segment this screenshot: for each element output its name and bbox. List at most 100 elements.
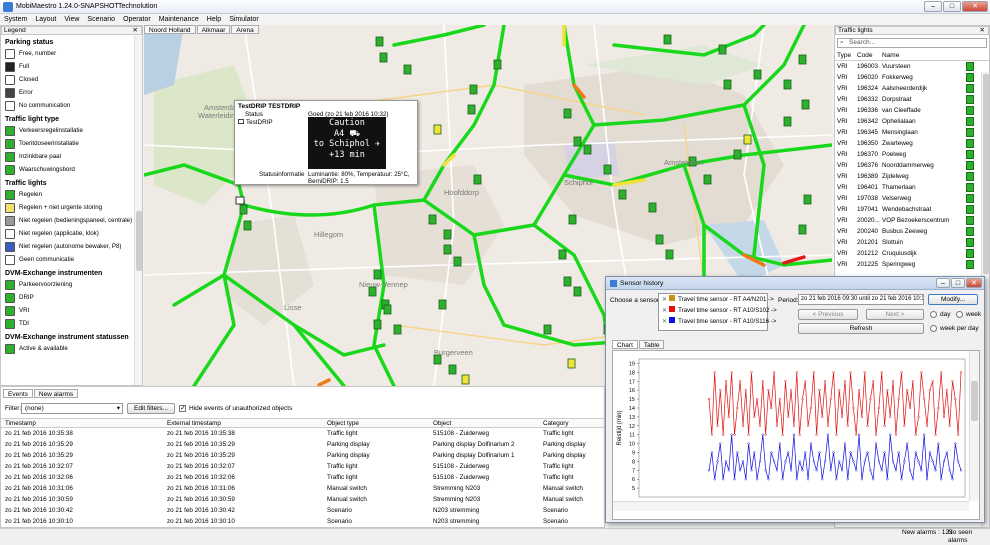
- filter-select[interactable]: (none) ▾: [21, 403, 123, 414]
- tab-arena[interactable]: Arena: [231, 25, 259, 34]
- traffic-light-marker-icon[interactable]: [655, 234, 664, 245]
- remove-icon[interactable]: ✕: [662, 296, 667, 303]
- traffic-light-marker-icon[interactable]: [798, 54, 807, 65]
- table-row[interactable]: VRI 197038 Velserweg: [835, 193, 989, 204]
- traffic-light-marker-icon[interactable]: [443, 244, 452, 255]
- traffic-light-marker-icon[interactable]: [567, 358, 576, 369]
- traffic-light-marker-icon[interactable]: [703, 174, 712, 185]
- table-row[interactable]: VRI 196401 Thamerlaan: [835, 182, 989, 193]
- col-external-timestamp[interactable]: External timestamp: [167, 419, 221, 429]
- traffic-light-marker-icon[interactable]: [663, 34, 672, 45]
- table-row[interactable]: VRI 196020 Fokkerweg: [835, 72, 989, 83]
- table-row[interactable]: VRI 196350 Zwarteweg: [835, 138, 989, 149]
- table-row[interactable]: VRI 196332 Dorpstraat: [835, 94, 989, 105]
- col-object[interactable]: Object: [433, 419, 451, 429]
- table-row[interactable]: zo 21 feb 2016 10:30:59 zo 21 feb 2016 10…: [1, 495, 604, 505]
- traffic-light-marker-icon[interactable]: [393, 324, 402, 335]
- table-row[interactable]: VRI 196324 Aalsmeerderdijk: [835, 83, 989, 94]
- table-row[interactable]: zo 21 feb 2016 10:31:06 zo 21 feb 2016 10…: [1, 484, 604, 494]
- tab-new-alarms[interactable]: New alarms: [33, 389, 79, 398]
- table-row[interactable]: VRI 196376 Noorddammerweg: [835, 160, 989, 171]
- sensor-list-item[interactable]: ✕ Travel time sensor - RT A4/N201 ->: [659, 294, 774, 305]
- menu-view[interactable]: View: [60, 14, 83, 24]
- hide-unauthorized-checkbox[interactable]: ✓: [179, 405, 186, 412]
- table-row[interactable]: VRI 196370 Poelweg: [835, 149, 989, 160]
- traffic-light-marker-icon[interactable]: [798, 224, 807, 235]
- traffic-light-marker-icon[interactable]: [618, 189, 627, 200]
- no-seen-alarms[interactable]: No seen alarms: [948, 529, 990, 545]
- traffic-light-marker-icon[interactable]: [563, 276, 572, 287]
- table-row[interactable]: zo 21 feb 2016 10:32:06 zo 21 feb 2016 10…: [1, 473, 604, 483]
- col-timestamp[interactable]: Timestamp: [5, 419, 36, 429]
- tab-table[interactable]: Table: [638, 340, 665, 349]
- traffic-light-marker-icon[interactable]: [461, 374, 470, 385]
- edit-filters-button[interactable]: Edit filters...: [127, 403, 175, 414]
- table-row[interactable]: zo 21 feb 2016 10:35:38 zo 21 feb 2016 10…: [1, 429, 604, 439]
- col-object-type[interactable]: Object type: [327, 419, 359, 429]
- table-row[interactable]: zo 21 feb 2016 10:35:29 zo 21 feb 2016 10…: [1, 451, 604, 461]
- col-category[interactable]: Category: [543, 419, 569, 429]
- traffic-light-marker-icon[interactable]: [568, 214, 577, 225]
- refresh-button[interactable]: Refresh: [798, 323, 924, 334]
- table-row[interactable]: VRI 201201 Slottuin: [835, 237, 989, 248]
- traffic-light-marker-icon[interactable]: [803, 194, 812, 205]
- table-row[interactable]: VRI 196336 van Cleeffade: [835, 105, 989, 116]
- tab-noord-holland[interactable]: Noord Holland: [144, 25, 196, 34]
- table-row[interactable]: VRI 196342 Ophelialaan: [835, 116, 989, 127]
- traffic-light-marker-icon[interactable]: [558, 249, 567, 260]
- table-row[interactable]: VRI 200240 Busbus Zeeweg: [835, 226, 989, 237]
- table-row[interactable]: VRI 196389 Zijdelweg: [835, 171, 989, 182]
- table-row[interactable]: VRI 196345 Mensinglaan: [835, 127, 989, 138]
- traffic-light-marker-icon[interactable]: [493, 59, 502, 70]
- traffic-light-marker-icon[interactable]: [443, 229, 452, 240]
- period-field[interactable]: zo 21 feb 2016 09:30 until zo 21 feb 201…: [798, 294, 924, 305]
- table-row[interactable]: VRI 20020... VOP Bezoekerscentrum: [835, 215, 989, 226]
- drip-popup[interactable]: TestDRIP TESTDRIP Status Goed (zo 21 feb…: [234, 100, 418, 185]
- traffic-light-marker-icon[interactable]: [753, 69, 762, 80]
- close-button[interactable]: ✕: [966, 278, 982, 288]
- table-row[interactable]: VRI 196003 Vuursteen: [835, 61, 989, 72]
- table-row[interactable]: VRI 201212 Cruquiusdijk: [835, 248, 989, 259]
- sensor-title-bar[interactable]: Sensor history – □ ✕: [606, 277, 984, 290]
- close-icon[interactable]: ✕: [133, 27, 138, 34]
- table-row[interactable]: zo 21 feb 2016 10:35:29 zo 21 feb 2016 10…: [1, 440, 604, 450]
- remove-icon[interactable]: ✕: [662, 318, 667, 325]
- scrollbar-thumb[interactable]: [971, 381, 978, 421]
- traffic-light-marker-icon[interactable]: [543, 324, 552, 335]
- traffic-light-marker-icon[interactable]: [573, 136, 582, 147]
- modify-button[interactable]: Modify...: [928, 294, 978, 305]
- tab-alkmaar[interactable]: Alkmaar: [196, 25, 231, 34]
- table-row[interactable]: VRI 197041 Wendebachstraat: [835, 204, 989, 215]
- drip-marker-icon[interactable]: [235, 196, 245, 205]
- traffic-light-marker-icon[interactable]: [723, 79, 732, 90]
- sensor-list-item[interactable]: ✕ Travel time sensor - RT A10/S102 ->: [659, 305, 777, 316]
- traffic-light-marker-icon[interactable]: [383, 304, 392, 315]
- menu-scenario[interactable]: Scenario: [83, 14, 119, 24]
- week-per-day-radio[interactable]: [930, 325, 937, 332]
- traffic-light-marker-icon[interactable]: [573, 286, 582, 297]
- traffic-light-marker-icon[interactable]: [583, 144, 592, 155]
- traffic-light-marker-icon[interactable]: [783, 116, 792, 127]
- traffic-light-marker-icon[interactable]: [469, 84, 478, 95]
- week-radio[interactable]: [956, 311, 963, 318]
- maximize-button[interactable]: □: [951, 278, 965, 288]
- traffic-light-marker-icon[interactable]: [428, 214, 437, 225]
- remove-icon[interactable]: ✕: [662, 307, 667, 314]
- traffic-light-marker-icon[interactable]: [438, 299, 447, 310]
- traffic-light-marker-icon[interactable]: [403, 64, 412, 75]
- traffic-lights-search[interactable]: ⌕ Search...: [837, 38, 987, 48]
- traffic-light-marker-icon[interactable]: [433, 124, 442, 135]
- traffic-light-marker-icon[interactable]: [743, 134, 752, 145]
- day-radio[interactable]: [930, 311, 937, 318]
- new-alarms-count[interactable]: New alarms : 123: [902, 529, 953, 537]
- tab-events[interactable]: Events: [3, 389, 33, 398]
- traffic-light-marker-icon[interactable]: [448, 364, 457, 375]
- table-row[interactable]: zo 21 feb 2016 10:32:07 zo 21 feb 2016 10…: [1, 462, 604, 472]
- traffic-light-marker-icon[interactable]: [733, 149, 742, 160]
- sensor-list[interactable]: ✕ Travel time sensor - RT A4/N201 -> ✕ Trav…: [658, 293, 777, 331]
- menu-help[interactable]: Help: [203, 14, 225, 24]
- tab-chart[interactable]: Chart: [612, 340, 638, 349]
- close-icon[interactable]: ✕: [980, 27, 985, 34]
- minimize-button[interactable]: –: [936, 278, 950, 288]
- traffic-light-marker-icon[interactable]: [648, 202, 657, 213]
